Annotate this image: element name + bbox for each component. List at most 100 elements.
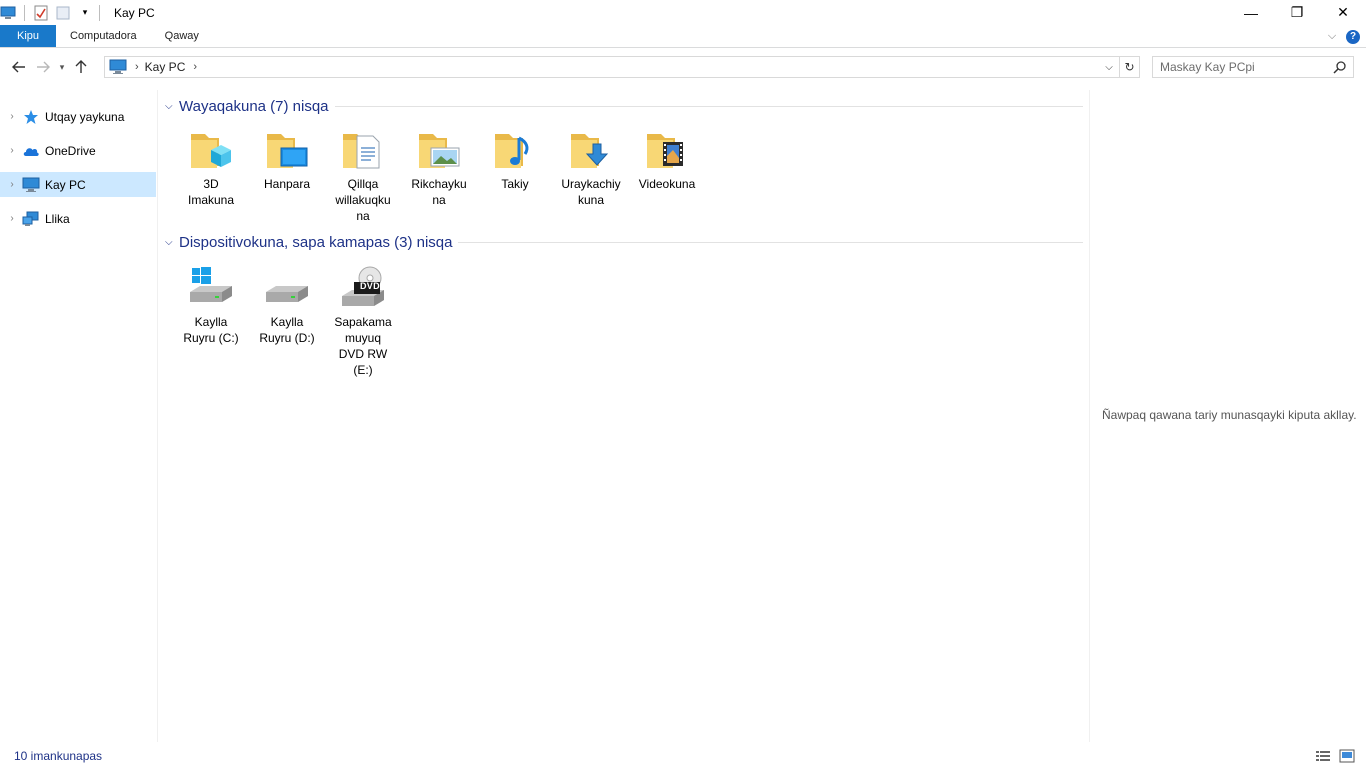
minimize-button[interactable]: — (1228, 0, 1274, 25)
group-divider (458, 241, 1083, 243)
collapse-chevron-icon[interactable]: ⌵ (165, 237, 179, 248)
folder-tile-videos[interactable]: Videokuna (629, 126, 705, 224)
window-title: Kay PC (114, 5, 155, 20)
item-count: 10 imankunapas (14, 749, 103, 763)
drive-tile-e[interactable]: DVD Sapakama muyuq DVD RW (E:) (325, 264, 401, 378)
large-icons-view-button[interactable] (1338, 748, 1356, 764)
tab-computer[interactable]: Computadora (56, 25, 151, 47)
3d-objects-folder-icon (187, 126, 235, 174)
customize-toolbar-dropdown[interactable]: ▾ (77, 5, 93, 21)
downloads-folder-icon (567, 126, 615, 174)
address-bar[interactable]: › Kay PC › ⌵ ↻ (104, 56, 1140, 78)
group-header-folders[interactable]: ⌵ Wayaqakuna (7) nisqa (165, 96, 1083, 116)
close-button[interactable]: ✕ (1320, 0, 1366, 25)
tab-view[interactable]: Qaway (151, 25, 213, 47)
tab-file[interactable]: Kipu (0, 25, 56, 47)
folder-tile-desktop[interactable]: Hanpara (249, 126, 325, 224)
expand-ribbon-button[interactable]: ⌵ (1322, 30, 1342, 43)
address-row: ▾ › Kay PC › ⌵ ↻ (0, 54, 1366, 80)
arrow-right-icon (37, 61, 50, 73)
preview-pane: Ñawpaq qawana tariy munasqayki kiputa ak… (1089, 90, 1366, 742)
view-switcher (1308, 748, 1356, 764)
details-view-button[interactable] (1314, 748, 1332, 764)
expand-chevron-icon[interactable]: › (2, 213, 22, 224)
properties-button[interactable] (33, 5, 49, 21)
ribbon-tabs: Kipu Computadora Qaway ⌵ ? (0, 25, 1366, 48)
breadcrumb-chevron-icon[interactable]: › (193, 61, 197, 73)
folder-tile-documents[interactable]: Qillqa willakuqkuna (325, 126, 401, 224)
window-controls: — ❐ ✕ (1228, 0, 1366, 25)
large-icons-view-icon (1339, 749, 1355, 763)
refresh-button[interactable]: ↻ (1119, 57, 1139, 77)
tile-label: Videokuna (638, 177, 696, 191)
cloud-icon (22, 143, 40, 159)
nav-item-onedrive[interactable]: › OneDrive (0, 138, 156, 163)
search-box[interactable] (1152, 56, 1354, 78)
group-divider (334, 105, 1083, 107)
nav-item-label: OneDrive (45, 143, 96, 158)
collapse-chevron-icon[interactable]: ⌵ (165, 101, 179, 112)
device-tiles: Kaylla Ruyru (C:) Kaylla Ruyru (D:) DVD … (173, 264, 401, 378)
expand-chevron-icon[interactable]: › (2, 145, 22, 156)
back-button[interactable] (7, 55, 31, 79)
new-folder-button[interactable] (55, 5, 71, 21)
group-header-devices[interactable]: ⌵ Dispositivokuna, sapa kamapas (3) nisq… (165, 232, 1083, 252)
status-bar: 10 imankunapas (0, 744, 1366, 768)
computer-icon (0, 5, 16, 21)
drive-tile-c[interactable]: Kaylla Ruyru (C:) (173, 264, 249, 378)
folder-tile-pictures[interactable]: Rikchaykuna (401, 126, 477, 224)
star-icon (22, 109, 40, 125)
tile-label: Sapakama muyuq DVD RW (E:) (334, 315, 392, 377)
nav-item-this-pc[interactable]: › Kay PC (0, 172, 156, 197)
nav-item-label: Kay PC (45, 177, 86, 192)
nav-item-label: Utqay yaykuna (45, 109, 125, 124)
tile-label: Qillqa willakuqkuna (335, 177, 391, 223)
expand-chevron-icon[interactable]: › (2, 111, 22, 122)
quick-access-toolbar: ▾ Kay PC (0, 0, 155, 25)
pictures-folder-icon (415, 126, 463, 174)
toolbar-divider (24, 4, 25, 21)
network-icon (22, 211, 40, 227)
tile-label: 3D Imakuna (187, 177, 235, 207)
nav-item-quick-access[interactable]: › Utqay yaykuna (0, 104, 156, 129)
help-button[interactable]: ? (1346, 29, 1360, 44)
nav-item-network[interactable]: › Llika (0, 206, 156, 231)
breadcrumb-item[interactable]: Kay PC (145, 60, 186, 74)
ribbon-right: ⌵ ? (1322, 25, 1366, 48)
address-dropdown-button[interactable]: ⌵ (1101, 57, 1117, 77)
recent-locations-dropdown[interactable]: ▾ (55, 55, 69, 79)
title-bar: ▾ Kay PC — ❐ ✕ (0, 0, 1366, 25)
drive-icon (263, 264, 311, 312)
forward-button[interactable] (31, 55, 55, 79)
tile-label: Hanpara (263, 177, 311, 191)
folder-tile-3d-objects[interactable]: 3D Imakuna (173, 126, 249, 224)
search-input[interactable] (1160, 60, 1330, 74)
group-title: Dispositivokuna, sapa kamapas (3) nisqa (179, 233, 453, 251)
computer-icon (22, 177, 40, 193)
tile-label: Takiy (501, 177, 529, 191)
folder-tile-music[interactable]: Takiy (477, 126, 553, 224)
dvd-drive-icon: DVD (339, 264, 387, 312)
tile-label: Rikchaykuna (411, 177, 467, 207)
file-list-view: ⌵ Wayaqakuna (7) nisqa 3D Imakuna Hanpar… (159, 90, 1089, 742)
tile-label: Uraykachiykuna (561, 177, 621, 207)
expand-chevron-icon[interactable]: › (2, 179, 22, 190)
documents-folder-icon (339, 126, 387, 174)
windows-drive-icon (187, 264, 235, 312)
videos-folder-icon (643, 126, 691, 174)
tile-label: Kaylla Ruyru (C:) (183, 315, 239, 345)
restore-button[interactable]: ❐ (1274, 0, 1320, 25)
nav-item-label: Llika (45, 211, 70, 226)
music-folder-icon (491, 126, 539, 174)
toolbar-divider (99, 4, 100, 21)
preview-message: Ñawpaq qawana tariy munasqayki kiputa ak… (1102, 408, 1357, 422)
breadcrumb-chevron-icon[interactable]: › (135, 61, 139, 73)
up-button[interactable] (69, 55, 93, 79)
details-view-icon (1316, 751, 1330, 761)
tile-label: Kaylla Ruyru (D:) (259, 315, 315, 345)
search-icon[interactable] (1333, 60, 1347, 74)
arrow-up-icon (75, 60, 87, 73)
navigation-pane: › Utqay yaykuna › OneDrive › Kay PC › Ll… (0, 90, 158, 742)
drive-tile-d[interactable]: Kaylla Ruyru (D:) (249, 264, 325, 378)
folder-tile-downloads[interactable]: Uraykachiykuna (553, 126, 629, 224)
